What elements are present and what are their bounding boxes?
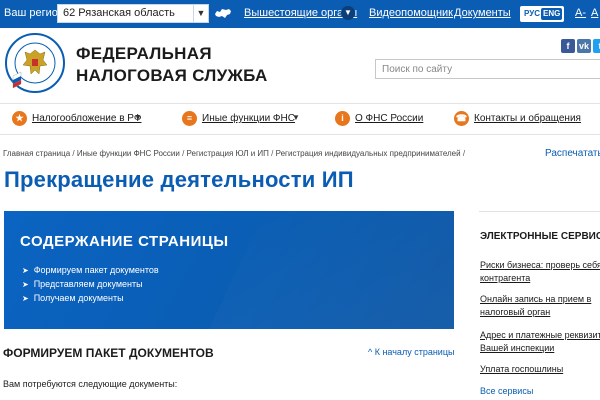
org-name-line2: НАЛОГОВАЯ СЛУЖБА [76,66,268,85]
list-icon: ≡ [182,111,197,126]
language-switcher: РУС ENG [520,6,564,22]
contents-item-label: Представляем документы [33,279,143,289]
breadcrumb-item[interactable]: Главная страница [3,149,70,158]
facebook-icon[interactable]: f [561,39,575,53]
breadcrumb-item[interactable]: Регистрация ЮЛ и ИП [187,149,269,158]
twitter-icon[interactable]: t [593,39,600,53]
chevron-down-icon[interactable]: ▼ [193,5,208,22]
nav-item-taxation[interactable]: Налогообложение в РФ [32,113,141,124]
nav-divider [0,103,600,104]
breadcrumb-item[interactable]: Регистрация индивидуальных предпринимате… [276,149,461,158]
vk-icon[interactable]: vk [577,39,591,53]
nav-item-other-functions[interactable]: Иные функции ФНС [202,113,295,124]
sidebar-link-line: контрагента [480,273,531,283]
font-increase-button[interactable]: A [591,7,598,19]
back-to-top-link[interactable]: ^ К началу страницы [368,347,454,357]
info-icon: i [335,111,350,126]
section-heading: ФОРМИРУЕМ ПАКЕТ ДОКУМЕНТОВ [3,346,214,360]
breadcrumb: Главная страница / Иные функции ФНС Росс… [3,149,465,158]
nav-item-contacts[interactable]: Контакты и обращения [474,113,581,124]
sidebar-heading: ЭЛЕКТРОННЫЕ СЕРВИСЫ [480,231,600,242]
region-select-value: 62 Рязанская область [63,7,175,19]
font-decrease-button[interactable]: A- [575,7,586,19]
chevron-right-icon: ➤ [22,266,29,275]
breadcrumb-separator: / [72,149,75,158]
sidebar-link-business-risks[interactable]: Риски бизнеса: проверь себя контрагента [480,259,600,285]
breadcrumb-item[interactable]: Иные функции ФНС России [77,149,180,158]
page-contents-panel: СОДЕРЖАНИЕ СТРАНИЦЫ ➤ Формируем пакет док… [4,211,454,329]
sidebar-link-address-requisites[interactable]: Адрес и платежные реквизит Вашей инспекц… [480,329,600,355]
contents-item[interactable]: ➤ Представляем документы [22,279,143,289]
sidebar-link-online-appointment[interactable]: Онлайн запись на прием в налоговый орган [480,293,591,319]
emblem-icon: ★ [12,111,27,126]
chevron-down-icon[interactable]: ▼ [341,6,355,20]
documents-link[interactable]: Документы [454,7,511,19]
region-label: Ваш регион [4,7,64,19]
contents-item[interactable]: ➤ Получаем документы [22,293,124,303]
nav-item-about[interactable]: О ФНС России [355,113,423,124]
section-lead-text: Вам потребуются следующие документы: [3,379,178,389]
sidebar-link-line: Онлайн запись на прием в [480,294,592,304]
contents-item-label: Получаем документы [33,293,124,303]
contents-item[interactable]: ➤ Формируем пакет документов [22,265,159,275]
print-link[interactable]: Распечатать [545,148,600,159]
top-bar: Ваш регион 62 Рязанская область ▼ Вышест… [0,0,600,28]
nav-divider [0,134,600,135]
org-name-line1: ФЕДЕРАЛЬНАЯ [76,44,212,63]
russia-map-icon[interactable] [214,8,232,19]
sidebar-link-line: Риски бизнеса: проверь себя [480,260,600,270]
lang-ru-button[interactable]: РУС [522,8,542,20]
fns-emblem-logo[interactable] [4,32,66,94]
search-input[interactable]: Поиск по сайту [375,59,600,79]
sidebar-link-line: налоговый орган [480,307,551,317]
lang-en-button[interactable]: ENG [541,8,563,20]
breadcrumb-separator: / [462,149,466,158]
org-name[interactable]: ФЕДЕРАЛЬНАЯ НАЛОГОВАЯ СЛУЖБА [76,43,268,87]
sidebar-link-line: Вашей инспекции [480,343,555,353]
breadcrumb-separator: / [182,149,185,158]
sidebar-divider [479,211,600,212]
region-select[interactable]: 62 Рязанская область ▼ [57,4,209,23]
breadcrumb-separator: / [271,149,274,158]
video-assistant-link[interactable]: Видеопомощник [369,7,453,19]
contents-item-label: Формируем пакет документов [33,265,159,275]
contents-title: СОДЕРЖАНИЕ СТРАНИЦЫ [20,233,229,250]
sidebar-link-line: Адрес и платежные реквизит [480,330,600,340]
sidebar-all-services-link[interactable]: Все сервисы [480,385,533,398]
chevron-right-icon: ➤ [22,294,29,303]
sidebar-link-state-duty[interactable]: Уплата госпошлины [480,363,563,376]
page-title: Прекращение деятельности ИП [4,167,354,192]
chevron-down-icon[interactable]: ▼ [292,113,300,122]
chevron-right-icon: ➤ [22,280,29,289]
chevron-down-icon[interactable]: ▼ [134,113,142,122]
phone-icon: ☎ [454,111,469,126]
